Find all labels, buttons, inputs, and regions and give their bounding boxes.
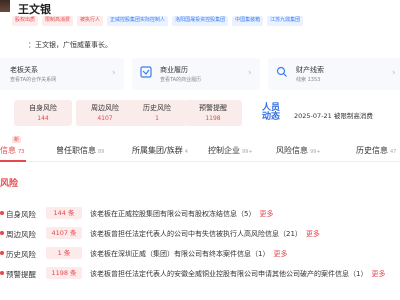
tab-label: 风险信息	[276, 146, 308, 155]
risk-item-label: 周边风险	[6, 230, 36, 239]
more-link[interactable]: 更多	[273, 250, 287, 258]
risk-item-count[interactable]: 144 条	[46, 207, 82, 219]
tag-controller[interactable]: 正威控股集团实际控制人	[107, 16, 169, 26]
risk-box-label: 自身风险	[29, 104, 57, 112]
card-sub: 查看TA的商业履历	[160, 77, 202, 83]
bullet-dot	[0, 211, 4, 215]
risk-box-label: 历史风险	[143, 104, 171, 112]
risk-item-label: 历史风险	[6, 250, 36, 259]
risk-box-warning[interactable]: 预警提醒 1198	[184, 100, 242, 126]
card-property-clues[interactable]: 财产线索 线索 1353 ›	[268, 58, 400, 90]
tab-controlled-companies[interactable]: 控制企业 99+	[208, 145, 253, 156]
risk-item-count[interactable]: 4107 条	[46, 227, 82, 239]
tag-equity-pledge[interactable]: 股权出质	[12, 16, 39, 26]
tag-list: 股权出质 限制高消费 被执行人 正威控股集团实际控制人 洛阳国晟投资控股集团 中…	[12, 16, 304, 26]
tag-luoyang-group[interactable]: 洛阳国晟投资控股集团	[172, 16, 229, 26]
info-cards: 老板关系 查看TA的合作关系网 › 商业履历 查看TA的商业履历 › 财产线索 …	[0, 58, 400, 92]
tab-info[interactable]: 信息 73	[0, 145, 24, 156]
risk-item-desc-text: 该老板曾担任法定代表人的公司中有失信被执行人高风险信息（21）	[90, 230, 302, 238]
tag-china-container[interactable]: 中国集装箱	[232, 16, 264, 26]
person-intro: ：王文银，广恒威董事长。	[28, 41, 112, 49]
more-link[interactable]: 更多	[259, 210, 273, 218]
list-item[interactable]: 自身风险 144 条 该老板在正威控股集团有限公司有股权冻结信息（5） 更多	[0, 204, 400, 224]
risk-item-desc-text: 该老板曾担任法定代表人的安徽全威铜业控股有限公司申请其他公司破产的案件信息（1）	[90, 270, 368, 278]
risk-box-label: 周边风险	[91, 104, 119, 112]
risk-item-desc-text: 该老板在深圳正威（集团）有限公司有终本案件信息（1）	[90, 250, 270, 258]
risk-item-desc: 该老板曾担任法定代表人的公司中有失信被执行人高风险信息（21） 更多	[90, 229, 320, 239]
property-icon	[276, 66, 287, 77]
tab-count: 73	[18, 149, 25, 155]
profile-header: 王文银 股权出质 限制高消费 被执行人 正威控股集团实际控制人 洛阳国晟投资控股…	[0, 0, 400, 34]
card-title: 老板关系	[10, 66, 38, 74]
risk-item-desc: 该老板曾担任法定代表人的安徽全威铜业控股有限公司申请其他公司破产的案件信息（1）…	[90, 269, 385, 279]
card-business-history[interactable]: 商业履历 查看TA的商业履历 ›	[132, 58, 260, 90]
list-item[interactable]: 历史风险 1 条 该老板在深圳正威（集团）有限公司有终本案件信息（1） 更多	[0, 244, 400, 264]
tab-risk-info[interactable]: 风险信息 99+	[276, 145, 321, 156]
card-sub: 查看TA的合作关系网	[10, 77, 57, 83]
tab-count: 89	[98, 149, 105, 155]
risk-box-label: 预警提醒	[199, 104, 227, 112]
tag-jiangsu-jiuding[interactable]: 江苏九鼎集团	[267, 16, 304, 26]
list-item[interactable]: 预警提醒 1198 条 该老板曾担任法定代表人的安徽全威铜业控股有限公司申请其他…	[0, 264, 400, 284]
risk-box-self[interactable]: 自身风险 144	[14, 100, 72, 126]
tab-group[interactable]: 所属集团/族群 4	[132, 145, 188, 156]
tag-executee[interactable]: 被执行人	[77, 16, 104, 26]
risk-item-label: 自身风险	[6, 210, 36, 219]
bullet-dot	[0, 271, 4, 275]
tab-count: 99+	[310, 149, 321, 155]
tab-count: 4	[184, 149, 188, 155]
risk-box-value: 1198	[205, 115, 221, 122]
card-sub: 线索 1353	[296, 77, 321, 83]
chevron-right-icon: ›	[248, 68, 252, 78]
risk-item-label: 预警提醒	[6, 270, 36, 279]
risk-box-value: 144	[37, 115, 49, 122]
tab-count: 99+	[242, 149, 253, 155]
active-tab-indicator	[0, 160, 26, 162]
risk-item-desc: 该老板在深圳正威（集团）有限公司有终本案件信息（1） 更多	[90, 249, 287, 259]
resume-icon	[140, 66, 152, 78]
risk-box-history[interactable]: 历史风险 1	[128, 100, 186, 126]
tab-label: 历史信息	[356, 146, 388, 155]
risk-box-value: 1	[155, 115, 159, 122]
risk-item-desc-text: 该老板在正威控股集团有限公司有股权冻结信息（5）	[90, 210, 256, 218]
person-dynamic-label: 人员动态	[261, 103, 280, 122]
tag-consumption-limit[interactable]: 限制高消费	[42, 16, 74, 26]
bullet-dot	[0, 251, 4, 255]
chevron-right-icon: ›	[112, 68, 116, 78]
chevron-right-icon: ›	[392, 68, 396, 78]
tab-bar: 信息 73 曾任职信息 89 所属集团/族群 4 控制企业 99+ 风险信息 99+ 历史…	[0, 140, 400, 162]
tab-count: 47	[390, 149, 397, 155]
person-name: 王文银	[18, 3, 51, 16]
risk-box-surrounding[interactable]: 周边风险 4107	[76, 100, 134, 126]
person-dynamic-text[interactable]: 2025-07-21 被限制高消费	[294, 110, 373, 120]
list-item[interactable]: 周边风险 4107 条 该老板曾担任法定代表人的公司中有失信被执行人高风险信息（…	[0, 224, 400, 244]
card-boss-relations[interactable]: 老板关系 查看TA的合作关系网 ›	[0, 58, 124, 90]
section-title-risk: 风险	[0, 179, 19, 189]
card-title: 财产线索	[296, 66, 324, 74]
more-link[interactable]: 更多	[306, 230, 320, 238]
tab-label: 所属集团/族群	[132, 146, 183, 155]
tab-label: 信息	[0, 146, 16, 155]
bullet-dot	[0, 231, 4, 235]
tab-past-positions[interactable]: 曾任职信息 89	[56, 145, 104, 156]
more-link[interactable]: 更多	[371, 270, 385, 278]
risk-box-value: 4107	[97, 115, 113, 122]
tab-history-info[interactable]: 历史信息 47	[356, 145, 396, 156]
tab-label: 控制企业	[208, 146, 240, 155]
risk-item-count[interactable]: 1 条	[46, 247, 82, 259]
card-title: 商业履历	[160, 66, 188, 74]
risk-item-count[interactable]: 1198 条	[46, 267, 82, 279]
avatar[interactable]	[0, 0, 10, 12]
tab-label: 曾任职信息	[56, 146, 96, 155]
risk-item-desc: 该老板在正威控股集团有限公司有股权冻结信息（5） 更多	[90, 209, 273, 219]
